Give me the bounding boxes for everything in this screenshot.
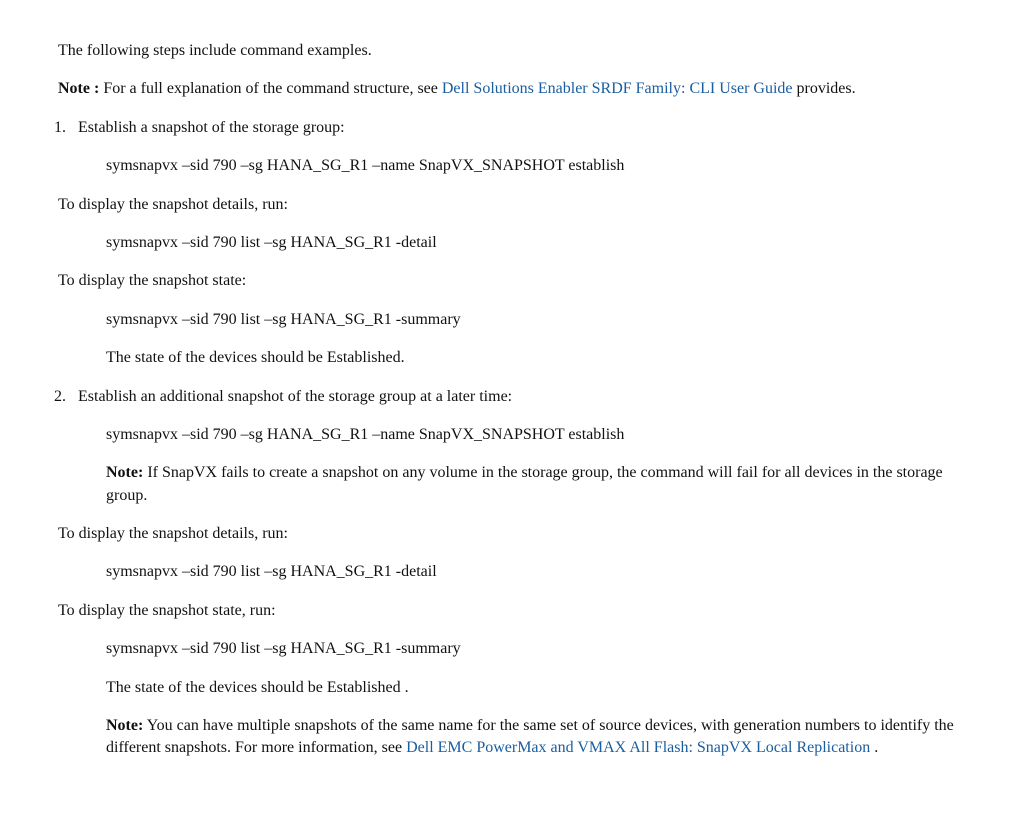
note-3-label: Note: (106, 717, 143, 734)
link-srdf-guide[interactable]: Dell Solutions Enabler SRDF Family: CLI … (442, 80, 793, 97)
step-2: 2. Establish an additional snapshot of t… (58, 386, 966, 408)
command-1: symsnapvx –sid 790 –sg HANA_SG_R1 –name … (106, 155, 966, 177)
step-1-text: Establish a snapshot of the storage grou… (78, 117, 966, 139)
display-details-2: To display the snapshot details, run: (58, 523, 966, 545)
established-2: The state of the devices should be Estab… (106, 677, 966, 699)
display-details-1: To display the snapshot details, run: (58, 194, 966, 216)
command-5: symsnapvx –sid 790 list –sg HANA_SG_R1 -… (106, 561, 966, 583)
step-1-number: 1. (54, 117, 78, 139)
command-6: symsnapvx –sid 790 list –sg HANA_SG_R1 -… (106, 638, 966, 660)
step-1: 1. Establish a snapshot of the storage g… (58, 117, 966, 139)
display-state-1: To display the snapshot state: (58, 270, 966, 292)
note-3: Note: You can have multiple snapshots of… (106, 715, 966, 760)
command-4: symsnapvx –sid 790 –sg HANA_SG_R1 –name … (106, 424, 966, 446)
intro-paragraph: The following steps include command exam… (58, 40, 966, 62)
command-2: symsnapvx –sid 790 list –sg HANA_SG_R1 -… (106, 232, 966, 254)
note-3-posttext: . (870, 739, 878, 756)
command-3: symsnapvx –sid 790 list –sg HANA_SG_R1 -… (106, 309, 966, 331)
note-2-text: If SnapVX fails to create a snapshot on … (106, 464, 943, 503)
established-1: The state of the devices should be Estab… (106, 347, 966, 369)
note-2-label: Note: (106, 464, 143, 481)
note-1-posttext: provides. (793, 80, 856, 97)
step-2-text: Establish an additional snapshot of the … (78, 386, 966, 408)
display-state-2: To display the snapshot state, run: (58, 600, 966, 622)
note-1-label: Note : (58, 80, 99, 97)
note-1-pretext: For a full explanation of the command st… (99, 80, 442, 97)
note-1: Note : For a full explanation of the com… (58, 78, 966, 100)
link-snapvx-replication[interactable]: Dell EMC PowerMax and VMAX All Flash: Sn… (406, 739, 870, 756)
note-2: Note: If SnapVX fails to create a snapsh… (106, 462, 966, 507)
step-2-number: 2. (54, 386, 78, 408)
